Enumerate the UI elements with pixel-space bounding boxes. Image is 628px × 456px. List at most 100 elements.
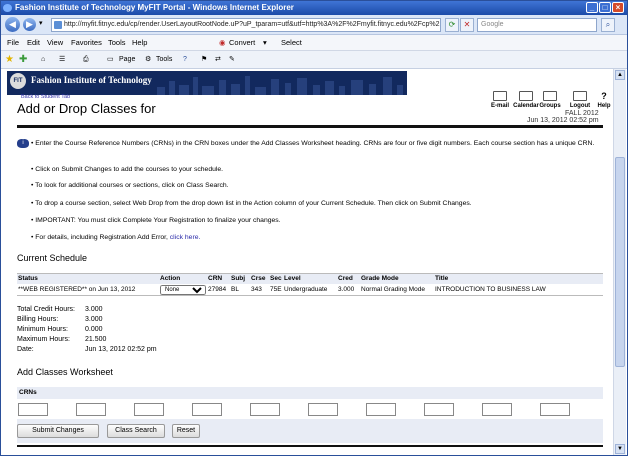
vertical-scrollbar[interactable]: ▲ ▼ xyxy=(613,69,626,455)
minimum-label: Minimum Hours: xyxy=(17,326,68,333)
convert-menu[interactable]: Convert xyxy=(229,35,255,51)
help-tool[interactable]: ? Help xyxy=(591,91,613,109)
maximize-button[interactable]: □ xyxy=(599,2,611,13)
cred-cell: 3.000 xyxy=(338,286,355,293)
fit-banner: FIT Fashion Institute of Technology xyxy=(7,71,407,95)
logout-icon xyxy=(573,91,587,101)
onenote-icon[interactable]: ✎ xyxy=(229,51,235,69)
calendar-tool[interactable]: Calendar xyxy=(513,91,539,109)
menu-help[interactable]: Help xyxy=(132,35,147,51)
status-cell: **WEB REGISTERED** on Jun 13, 2012 xyxy=(18,286,136,293)
crn-cell: 27984 xyxy=(208,286,227,293)
gear-icon: ⚙ xyxy=(145,56,152,63)
window-title: Fashion Institute of Technology MyFIT Po… xyxy=(15,3,294,12)
click-here-link[interactable]: click here. xyxy=(170,234,201,241)
crn-input-1[interactable] xyxy=(18,403,48,416)
menu-tools[interactable]: Tools xyxy=(108,35,126,51)
date-label: Date: xyxy=(17,346,34,353)
page-menu[interactable]: Page xyxy=(119,51,135,69)
term-label: FALL 2012 xyxy=(565,110,599,117)
add-favorites-icon[interactable]: ✚ xyxy=(19,51,27,69)
crn-input-8[interactable] xyxy=(424,403,454,416)
history-dropdown-icon[interactable]: ▾ xyxy=(39,19,43,27)
print-icon[interactable]: ⎙ xyxy=(83,51,89,69)
browser-window: Fashion Institute of Technology MyFIT Po… xyxy=(0,0,628,456)
crn-input-4[interactable] xyxy=(192,403,222,416)
url-field[interactable]: http://myfit.fitnyc.edu/cp/render.UserLa… xyxy=(51,18,441,32)
groups-tool[interactable]: Groups xyxy=(537,91,563,109)
page-icon xyxy=(54,21,62,29)
crns-header: CRNs xyxy=(17,387,603,399)
level-cell: Undergraduate xyxy=(284,286,328,293)
maximum-value: 21.500 xyxy=(85,336,107,343)
menu-edit[interactable]: Edit xyxy=(27,35,40,51)
tools-menu[interactable]: Tools xyxy=(156,51,172,69)
total-credit-value: 3.000 xyxy=(85,306,103,313)
action-select[interactable]: None xyxy=(160,285,206,295)
convert-dropdown-icon[interactable]: ▾ xyxy=(263,35,267,51)
page-content: FIT Fashion Institute of Technology Back… xyxy=(1,69,613,455)
divider xyxy=(17,445,603,447)
favorites-star-icon[interactable]: ★ xyxy=(5,51,14,69)
instruction-item: i • Enter the Course Reference Numbers (C… xyxy=(17,139,601,148)
back-arrow-icon[interactable]: ◀ xyxy=(5,17,20,32)
info-icon: i xyxy=(17,139,29,148)
search-icon[interactable]: ⌕ xyxy=(601,18,615,32)
title-cell: INTRODUCTION TO BUSINESS LAW xyxy=(435,286,546,293)
col-subj: Subj xyxy=(231,275,246,282)
logout-tool[interactable]: Logout xyxy=(567,91,593,109)
email-icon xyxy=(493,91,507,101)
menu-file[interactable]: File xyxy=(7,35,19,51)
back-to-student-tab-link[interactable]: Back to Student Tab xyxy=(21,94,70,100)
crse-cell: 343 xyxy=(251,286,262,293)
scroll-down-icon[interactable]: ▼ xyxy=(615,444,625,454)
translate-icon[interactable]: ⇄ xyxy=(215,51,221,69)
crn-input-7[interactable] xyxy=(366,403,396,416)
billing-label: Billing Hours: xyxy=(17,316,59,323)
grade-mode-cell: Normal Grading Mode xyxy=(361,286,425,293)
crn-input-6[interactable] xyxy=(308,403,338,416)
submit-changes-button[interactable]: Submit Changes xyxy=(17,424,99,438)
feeds-icon[interactable]: ☰ xyxy=(59,51,65,69)
research-icon[interactable]: ⚑ xyxy=(201,51,207,69)
fit-logo: FIT xyxy=(10,73,26,89)
class-search-button[interactable]: Class Search xyxy=(107,424,165,438)
search-input[interactable]: Google xyxy=(477,18,597,32)
crn-input-10[interactable] xyxy=(540,403,570,416)
col-sec: Sec xyxy=(270,275,282,282)
email-tool[interactable]: E-mail xyxy=(487,91,513,109)
scroll-up-icon[interactable]: ▲ xyxy=(615,70,625,80)
select-menu[interactable]: Select xyxy=(281,35,302,51)
schedule-header: Status Action CRN Subj Crse Sec Level Cr… xyxy=(17,274,603,284)
reset-button[interactable]: Reset xyxy=(172,424,200,438)
address-bar: ◀ ▶ ▾ http://myfit.fitnyc.edu/cp/render.… xyxy=(1,15,627,35)
menu-bar: File Edit View Favorites Tools Help ◉ Co… xyxy=(1,35,627,51)
minimize-button[interactable]: _ xyxy=(586,2,598,13)
crn-input-3[interactable] xyxy=(134,403,164,416)
col-action: Action xyxy=(160,275,181,282)
col-grade-mode: Grade Mode xyxy=(361,275,399,282)
close-button[interactable]: × xyxy=(612,2,624,13)
schedule-table: Status Action CRN Subj Crse Sec Level Cr… xyxy=(17,273,603,296)
button-bar: Submit Changes Class Search Reset xyxy=(17,419,603,443)
maximum-label: Maximum Hours: xyxy=(17,336,70,343)
crn-input-9[interactable] xyxy=(482,403,512,416)
instruction-item: • Click on Submit Changes to add the cou… xyxy=(31,166,224,173)
subj-cell: BL xyxy=(231,286,239,293)
scroll-thumb[interactable] xyxy=(615,157,625,367)
refresh-icon[interactable]: ⟳ xyxy=(445,18,459,32)
stop-icon[interactable]: ✕ xyxy=(460,18,474,32)
forward-arrow-icon[interactable]: ▶ xyxy=(23,18,36,31)
crn-input-5[interactable] xyxy=(250,403,280,416)
command-bar: ★ ✚ ⌂ ☰ ⎙ ▭ Page ⚙ Tools ? ⚑ ⇄ ✎ xyxy=(1,51,627,69)
banner-name: Fashion Institute of Technology xyxy=(31,75,152,85)
page-icon: ▭ xyxy=(107,56,114,63)
minimum-value: 0.000 xyxy=(85,326,103,333)
crn-input-2[interactable] xyxy=(76,403,106,416)
menu-favorites[interactable]: Favorites xyxy=(71,35,102,51)
menu-view[interactable]: View xyxy=(47,35,63,51)
instruction-item: • For details, including Registration Ad… xyxy=(31,234,201,241)
home-icon[interactable]: ⌂ xyxy=(41,51,45,69)
col-level: Level xyxy=(284,275,301,282)
help-icon[interactable]: ? xyxy=(183,51,187,69)
